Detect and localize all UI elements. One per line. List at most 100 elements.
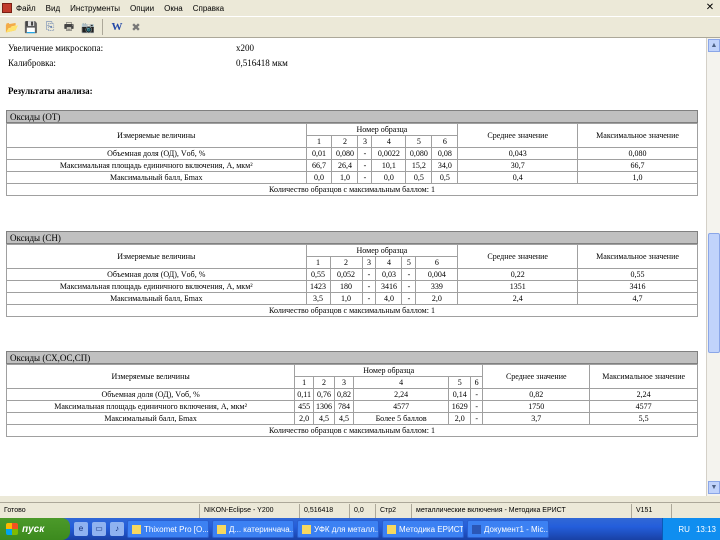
word-icon [472,524,481,534]
cell: - [401,268,417,281]
section-oxides-sx: Оксиды (СХ,ОС,СП) Измеряемые величины Ном… [5,351,698,437]
cell: 4577 [352,400,450,413]
start-button[interactable]: пуск [0,518,70,540]
scroll-up-icon[interactable]: ▲ [708,39,720,52]
cell: 0,82 [333,388,354,401]
excel-icon[interactable]: ✖ [128,19,144,35]
open-icon[interactable]: 📂 [4,19,20,35]
cell: 0,052 [329,268,363,281]
header-col: 2 [331,135,359,148]
scroll-down-icon[interactable]: ▼ [708,481,720,494]
header-sample-no: Номер образца [294,364,484,377]
cell-max: 0,55 [577,268,698,281]
magnification-value: x200 [236,43,254,53]
task-5[interactable]: Документ1 - Mic... [467,520,549,538]
system-tray: RU 13:13 [662,518,720,540]
folder-icon [387,524,396,534]
table-row: Максимальный балл, Бmax 0,0 1,0-0,0 0,5 0,5 0… [6,171,698,184]
header-quantity: Измеряемые величины [5,364,296,389]
cell: 34,0 [431,159,459,172]
clock: 13:13 [695,524,716,534]
menu-windows[interactable]: Окна [164,4,183,13]
header-col: 3 [361,256,377,269]
table-footer: Количество образцов с максимальным балло… [6,183,698,196]
status-device: NIKON-Eclipse - Y200 [200,503,300,518]
cell: 1,0 [329,292,363,305]
desktop-icon[interactable]: ▭ [92,522,106,536]
task-4[interactable]: Методика ЕРИСТ... [382,520,464,538]
header-col: 3 [357,135,373,148]
media-icon[interactable]: ♪ [110,522,124,536]
cell-max: 66,7 [577,159,698,172]
header-col: 2 [312,376,335,389]
cell: 1,0 [331,171,359,184]
header-mean: Среднее значение [482,364,591,389]
cell-mean: 1750 [482,400,591,413]
menu-tools[interactable]: Инструменты [70,4,120,13]
task-2[interactable]: Д... катеринчача... [212,520,294,538]
cell: 3,5 [305,292,331,305]
cell: 455 [294,400,314,413]
cell: 0,03 [375,268,403,281]
cell: 0,080 [331,147,359,160]
vertical-scrollbar[interactable]: ▲ ▼ [706,38,720,496]
header-col: 6 [415,256,459,269]
status-bar: Готово NIKON-Eclipse - Y200 0,516418 0,0… [0,502,720,518]
cell: 10,1 [371,159,407,172]
row-label: Максимальная площадь единичного включени… [5,400,296,413]
task-label: Методика ЕРИСТ... [399,524,464,534]
cell: 2,24 [352,388,450,401]
status-version: V151 [632,503,672,518]
cell: 3416 [375,280,403,293]
header-col: 5 [401,256,417,269]
cell-mean: 0,4 [457,171,579,184]
row-label: Максимальная площадь единичного включени… [6,280,307,293]
cell: 4,0 [375,292,403,305]
header-col: 1 [305,256,331,269]
cell: - [357,159,373,172]
windows-logo-icon [6,523,18,535]
cell: - [401,280,417,293]
cell: 0,0 [305,171,333,184]
cell: 4,5 [312,412,335,425]
header-mean: Среднее значение [457,244,579,269]
cell: - [357,171,373,184]
cell: - [401,292,417,305]
table-row: Максимальная площадь единичного включени… [5,400,698,413]
print-icon[interactable]: 🖶 [61,19,77,35]
copy-icon[interactable]: ⎘ [42,19,58,35]
cell: 15,2 [405,159,433,172]
cell-mean: 0,22 [457,268,579,281]
task-thixomet[interactable]: Thixomet Pro [O... [127,520,209,538]
cell-max: 0,080 [577,147,698,160]
camera-icon[interactable]: 📷 [80,19,96,35]
header-col: 2 [329,256,363,269]
cell-mean: 3,7 [482,412,591,425]
cell: 1629 [448,400,472,413]
scroll-thumb[interactable] [708,233,720,353]
save-icon[interactable]: 💾 [23,19,39,35]
table-row: Максимальная площадь единичного включени… [6,280,698,293]
cell: 0,55 [305,268,331,281]
toolbar: 📂 💾 ⎘ 🖶 📷 W ✖ [0,16,720,38]
menu-options[interactable]: Опции [130,4,154,13]
task-3[interactable]: УФК для металл... [297,520,379,538]
browser-icon[interactable]: e [74,522,88,536]
start-label: пуск [22,523,45,535]
word-icon[interactable]: W [109,19,125,35]
menu-help[interactable]: Справка [193,4,224,13]
menu-file[interactable]: Файл [16,4,36,13]
cell-mean: 0,82 [482,388,591,401]
cell: 1423 [305,280,331,293]
header-sample-no: Номер образца [305,123,459,136]
table-row: Максимальный балл, Бmax 3,5 1,0-4,0-2,0 2,4… [6,292,698,305]
cell: 0,11 [294,388,314,401]
cell-max: 2,24 [589,388,698,401]
cell: 2,0 [448,412,472,425]
menu-view[interactable]: Вид [46,4,60,13]
header-col: 3 [333,376,354,389]
close-icon[interactable]: ✕ [704,2,716,14]
header-col: 6 [431,135,459,148]
table-row: Максимальная площадь единичного включени… [6,159,698,172]
language-indicator[interactable]: RU [678,525,690,534]
